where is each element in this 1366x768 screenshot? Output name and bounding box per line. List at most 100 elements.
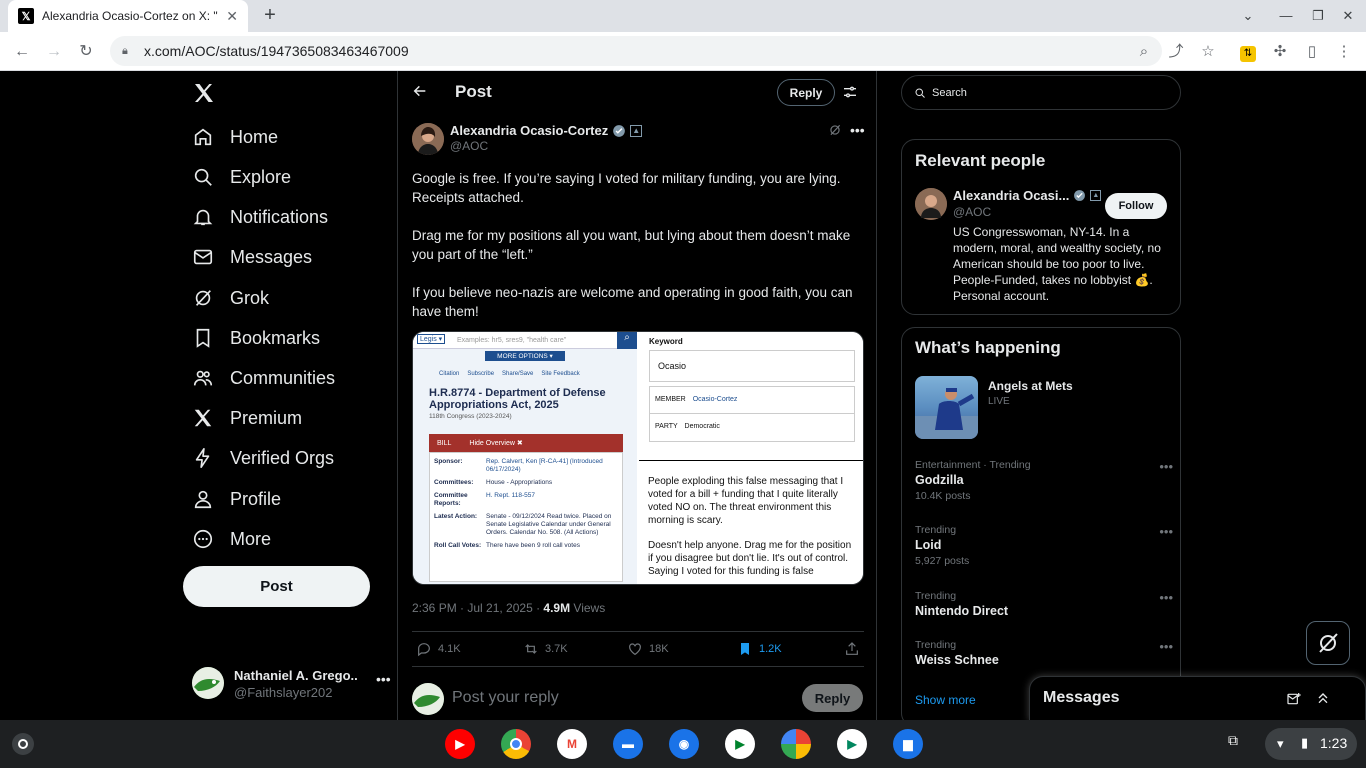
trend-category: Trending — [915, 590, 957, 602]
photos-app-icon[interactable] — [781, 729, 811, 759]
nav-premium-label: Premium — [230, 407, 303, 428]
follow-button[interactable]: Follow — [1105, 193, 1167, 219]
like-action[interactable]: 18K — [627, 641, 669, 657]
x-favicon-icon: 𝕏 — [18, 8, 34, 24]
nav-notifications[interactable]: Notifications — [192, 197, 328, 237]
restore-icon[interactable]: ❐ — [1308, 6, 1328, 26]
messages-drawer[interactable]: Messages — [1029, 676, 1366, 720]
extensions-puzzle-icon[interactable]: ✣ — [1268, 40, 1292, 64]
nav-verified-orgs[interactable]: Verified Orgs — [192, 438, 334, 478]
bill-title: H.R.8774 - Department of Defense Appropr… — [429, 387, 606, 411]
minimize-icon[interactable]: — — [1276, 6, 1296, 26]
nav-premium[interactable]: Premium — [192, 398, 302, 438]
nav-grok[interactable]: Grok — [192, 278, 269, 318]
new-tab-button[interactable]: + — [258, 4, 282, 28]
post-more-icon[interactable]: ••• — [850, 122, 865, 138]
author-avatar[interactable] — [412, 123, 444, 155]
expand-drawer-icon[interactable] — [1315, 690, 1331, 706]
address-bar[interactable]: 🔒︎ x.com/AOC/status/1947365083463467009 — [110, 36, 1162, 66]
reply-input[interactable]: Post your reply — [452, 689, 559, 707]
event-name[interactable]: Angels at Mets — [988, 379, 1073, 393]
browser-menu-icon[interactable]: ⋮ — [1332, 40, 1356, 64]
author-handle[interactable]: @AOC — [450, 139, 488, 153]
trend-more-icon[interactable]: ••• — [1159, 459, 1173, 474]
media-quoted-post-screenshot[interactable]: People exploding this false messaging th… — [639, 460, 863, 584]
grok-icon — [1319, 633, 1338, 653]
browser-tab-bar: 𝕏 Alexandria Ocasio-Cortez on X: " ✕ + ⌄… — [0, 0, 1366, 32]
close-tab-icon[interactable]: ✕ — [226, 8, 238, 25]
member-value: Ocasio-Cortez — [692, 396, 738, 403]
new-message-icon[interactable] — [1286, 691, 1302, 707]
chrome-app-icon[interactable] — [501, 729, 531, 759]
repost-action[interactable]: 3.7K — [523, 641, 568, 657]
play-store-app-icon[interactable]: ▶ — [837, 729, 867, 759]
nav-home-label: Home — [230, 126, 279, 147]
side-panel-icon[interactable]: ▯ — [1300, 40, 1324, 64]
media-keyword-filter-screenshot[interactable]: Keyword Ocasio MEMBER Ocasio-Cortez PART… — [639, 332, 863, 458]
extension-vpn-icon[interactable]: ⇅ — [1236, 40, 1260, 64]
grok-explain-icon[interactable] — [828, 123, 842, 137]
gmail-app-icon[interactable]: M — [557, 729, 587, 759]
bookmark-action[interactable]: 1.2K — [737, 641, 782, 657]
author-name-row[interactable]: Alexandria Ocasio-Cortez ▲ — [450, 123, 643, 138]
bookmark-star-icon[interactable]: ☆ — [1196, 40, 1220, 64]
zoom-icon[interactable]: ⌕ — [1132, 40, 1156, 64]
youtube-app-icon[interactable]: ▶ — [445, 729, 475, 759]
nav-more[interactable]: More — [192, 519, 271, 559]
nav-communities[interactable]: Communities — [192, 358, 335, 398]
trend-more-icon[interactable]: ••• — [1159, 590, 1173, 605]
trend-item[interactable]: Trending Loid 5,927 posts ••• — [915, 524, 1173, 567]
left-sidebar: Home Explore Notifications Messages Grok… — [182, 71, 398, 720]
verified-badge-icon — [1073, 189, 1086, 202]
system-clock: 1:23 — [1320, 735, 1348, 751]
media-congress-bill-screenshot[interactable]: Legis ▾ Examples: hr5, sres9, "health ca… — [413, 332, 637, 584]
nav-notifications-label: Notifications — [230, 206, 329, 227]
camera-app-icon[interactable]: ◉ — [669, 729, 699, 759]
reply-submit-button[interactable]: Reply — [802, 684, 863, 712]
browser-tab[interactable]: 𝕏 Alexandria Ocasio-Cortez on X: " ✕ — [8, 0, 248, 32]
header-reply-button[interactable]: Reply — [777, 79, 835, 106]
messages-app-icon[interactable]: ▬ — [613, 729, 643, 759]
repost-icon — [525, 644, 537, 654]
nav-explore[interactable]: Explore — [192, 157, 291, 197]
launcher-icon[interactable] — [12, 733, 34, 755]
reload-icon[interactable]: ↻ — [74, 40, 98, 64]
show-more-link[interactable]: Show more — [915, 693, 976, 707]
nav-messages[interactable]: Messages — [192, 237, 312, 277]
sliders-icon[interactable] — [842, 84, 858, 100]
meet-app-icon[interactable]: ▶ — [725, 729, 755, 759]
trend-item[interactable]: Trending Nintendo Direct ••• — [915, 590, 1173, 618]
close-window-icon[interactable]: ✕ — [1338, 6, 1358, 26]
x-logo-icon[interactable] — [192, 81, 216, 105]
account-more-icon[interactable]: ••• — [376, 671, 391, 687]
files-app-icon[interactable]: ▆ — [893, 729, 923, 759]
author-name: Alexandria Ocasio-Cortez — [450, 123, 609, 138]
bell-icon — [193, 209, 213, 226]
share-icon[interactable]: ⤴ — [1164, 40, 1188, 64]
forward-icon[interactable]: → — [42, 40, 66, 64]
account-switcher[interactable]: Nathaniel A. Grego... @Faithslayer202 ••… — [192, 667, 392, 707]
trend-item[interactable]: Trending Weiss Schnee ••• — [915, 639, 1173, 667]
post-media-grid: Legis ▾ Examples: hr5, sres9, "health ca… — [412, 331, 864, 585]
search-input[interactable]: Search — [901, 75, 1181, 110]
share-action[interactable] — [844, 641, 866, 657]
quote-paragraph: People exploding this false messaging th… — [648, 476, 844, 526]
nav-home[interactable]: Home — [192, 117, 278, 157]
event-thumbnail[interactable] — [915, 376, 978, 439]
tab-search-icon[interactable]: ⌄ — [1238, 6, 1258, 26]
trend-item[interactable]: Entertainment · Trending Godzilla 10.4K … — [915, 459, 1173, 502]
heart-icon — [629, 643, 641, 656]
grok-floating-button[interactable] — [1306, 621, 1350, 665]
back-arrow-icon[interactable] — [412, 83, 428, 99]
reply-action[interactable]: 4.1K — [416, 641, 461, 657]
trend-more-icon[interactable]: ••• — [1159, 524, 1173, 539]
account-handle: @Faithslayer202 — [234, 685, 333, 700]
post-button[interactable]: Post — [183, 566, 370, 607]
relevant-person-avatar[interactable] — [915, 188, 947, 220]
nav-bookmarks[interactable]: Bookmarks — [192, 318, 320, 358]
back-icon[interactable]: ← — [10, 40, 34, 64]
relevant-person-name-row[interactable]: Alexandria Ocasi... ▲ — [953, 188, 1103, 203]
nav-profile[interactable]: Profile — [192, 479, 281, 519]
tote-icon[interactable]: ⧉ — [1228, 732, 1250, 754]
trend-more-icon[interactable]: ••• — [1159, 639, 1173, 654]
